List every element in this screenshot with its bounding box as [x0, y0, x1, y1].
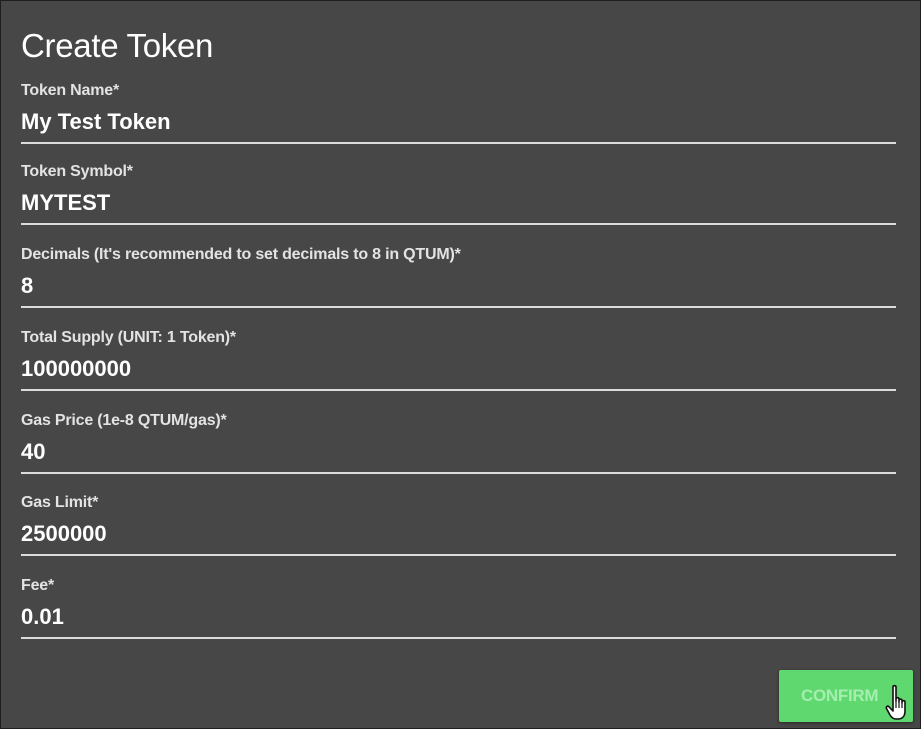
gas-limit-input[interactable] [21, 519, 896, 549]
gas-price-label: Gas Price (1e-8 QTUM/gas)* [21, 412, 227, 429]
fee-field: Fee* [21, 576, 896, 648]
confirm-button-label: CONFIRM [801, 686, 879, 705]
decimals-label: Decimals (It's recommended to set decima… [21, 246, 461, 263]
hand-pointer-icon [885, 684, 906, 720]
decimals-field: Decimals (It's recommended to set decima… [21, 245, 896, 317]
decimals-input[interactable] [21, 271, 896, 301]
token-symbol-label: Token Symbol* [21, 163, 133, 180]
fee-input[interactable] [21, 602, 896, 632]
token-name-input[interactable] [21, 107, 896, 137]
token-symbol-input[interactable] [21, 188, 896, 218]
gas-price-underline [21, 472, 896, 474]
total-supply-underline [21, 389, 896, 391]
total-supply-input[interactable] [21, 354, 896, 384]
create-token-dialog: Create Token Token Name* Token Symbol* D… [0, 0, 921, 729]
token-name-field: Token Name* [21, 81, 896, 153]
dialog-title: Create Token [21, 27, 214, 64]
fee-underline [21, 637, 896, 639]
token-symbol-underline [21, 223, 896, 225]
gas-price-input[interactable] [21, 437, 896, 467]
total-supply-field: Total Supply (UNIT: 1 Token)* [21, 328, 896, 400]
gas-price-field: Gas Price (1e-8 QTUM/gas)* [21, 411, 896, 483]
decimals-underline [21, 306, 896, 308]
gas-limit-label: Gas Limit* [21, 494, 99, 511]
token-symbol-field: Token Symbol* [21, 162, 896, 234]
fee-label: Fee* [21, 577, 54, 594]
gas-limit-underline [21, 554, 896, 556]
total-supply-label: Total Supply (UNIT: 1 Token)* [21, 329, 236, 346]
gas-limit-field: Gas Limit* [21, 493, 896, 565]
token-name-underline [21, 142, 896, 144]
token-name-label: Token Name* [21, 82, 119, 99]
